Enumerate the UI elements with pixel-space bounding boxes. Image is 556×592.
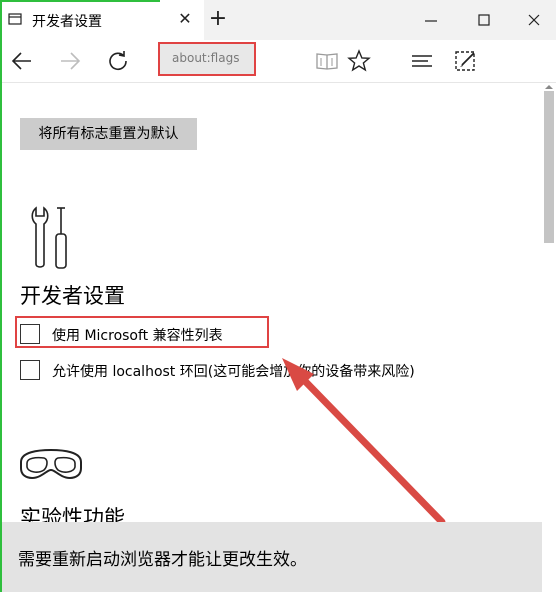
tab-bar: 开发者设置 ✕ + [0, 0, 556, 40]
address-bar[interactable]: about:flags [158, 42, 256, 76]
page-icon [8, 13, 22, 25]
refresh-icon[interactable] [104, 47, 132, 75]
restart-notification-text: 需要重新启动浏览器才能让更改生效。 [18, 550, 307, 570]
address-text: about:flags [172, 51, 240, 65]
developer-section-title: 开发者设置 [20, 284, 125, 308]
localhost-loopback-checkbox[interactable] [20, 360, 40, 380]
goggles-icon [20, 448, 82, 479]
window-border-accent [0, 0, 2, 592]
favorite-star-icon[interactable] [345, 47, 373, 75]
hub-icon[interactable] [408, 47, 436, 75]
new-tab-button[interactable]: + [206, 8, 230, 32]
restart-notification-bar: 需要重新启动浏览器才能让更改生效。 [0, 522, 542, 592]
web-note-icon[interactable] [452, 47, 480, 75]
developer-tools-icon [31, 206, 67, 269]
localhost-loopback-label: 允许使用 localhost 环回(这可能会增加你的设备带来风险) [52, 364, 415, 380]
minimize-icon[interactable] [418, 8, 444, 34]
window-border-accent-top [0, 0, 160, 2]
vertical-scrollbar[interactable] [542, 83, 556, 523]
window-close-icon[interactable] [521, 8, 547, 34]
scroll-thumb[interactable] [544, 91, 554, 243]
highlight-annotation-box [15, 316, 269, 348]
navigation-bar: about:flags [0, 40, 556, 83]
tab-close-icon[interactable]: ✕ [176, 10, 194, 28]
tab-title: 开发者设置 [32, 14, 102, 30]
reading-view-icon[interactable] [313, 47, 341, 75]
browser-window: 开发者设置 ✕ + about:flags 将所有标志重置为默认 开发者设置 使… [0, 0, 556, 592]
forward-arrow-icon[interactable] [56, 47, 84, 75]
maximize-icon[interactable] [471, 8, 497, 34]
back-arrow-icon[interactable] [8, 47, 36, 75]
reset-flags-button[interactable]: 将所有标志重置为默认 [20, 118, 197, 150]
active-tab[interactable]: 开发者设置 ✕ [0, 0, 204, 40]
scroll-up-icon[interactable] [544, 83, 554, 91]
